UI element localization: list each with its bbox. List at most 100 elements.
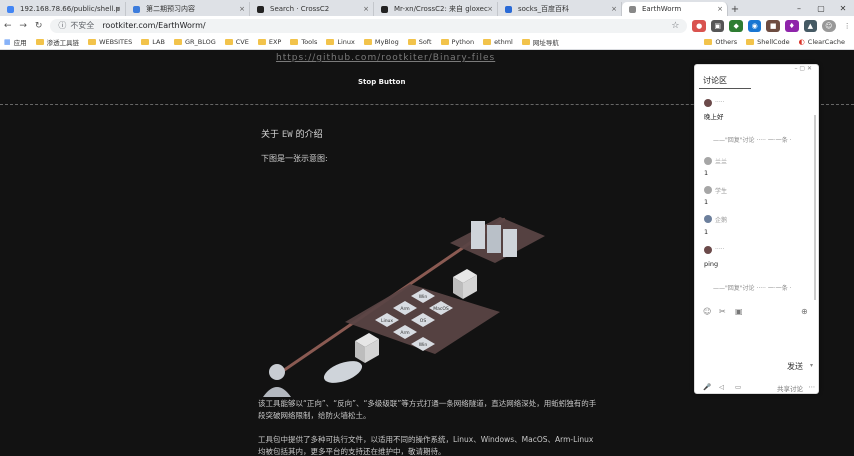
bookmark-folder[interactable]: Linux: [326, 38, 355, 46]
bookmark-folder[interactable]: EXP: [257, 38, 281, 46]
bookmark-folder[interactable]: Others: [704, 38, 737, 46]
profile-avatar[interactable]: ☺: [822, 19, 836, 32]
maximize-icon[interactable]: ▢: [810, 0, 832, 16]
folder-icon: [704, 39, 713, 45]
extension-icon[interactable]: ▣: [710, 19, 725, 32]
ew-code: EW: [281, 130, 293, 140]
close-window-icon[interactable]: ✕: [832, 0, 854, 16]
page-icon: [133, 6, 140, 13]
baidu-icon: [505, 6, 512, 13]
avatar: [704, 157, 712, 165]
extension-icon[interactable]: ◆: [729, 19, 743, 32]
bookmark-folder[interactable]: WEBSITES: [88, 38, 132, 46]
insecure-label: 不安全: [70, 21, 95, 30]
bookmarks-right: Others ShellCode ◐ ClearCache: [704, 38, 854, 46]
bookmark-folder[interactable]: Soft: [407, 38, 432, 46]
os-tile-label: Linux: [381, 318, 393, 324]
bookmark-clearcache[interactable]: ◐ ClearCache: [799, 38, 845, 46]
bookmark-folder[interactable]: ethml: [483, 38, 513, 46]
comment-user: ·····: [715, 246, 725, 253]
bookmark-folder[interactable]: MyBlog: [363, 38, 399, 46]
folder-icon: [88, 39, 97, 45]
send-button[interactable]: 发送: [787, 361, 803, 372]
comment-text: 1: [704, 228, 709, 236]
os-tile-label: Win: [419, 342, 428, 348]
avatar: [704, 186, 712, 194]
minimize-icon[interactable]: –: [788, 0, 810, 16]
back-icon[interactable]: ←: [0, 18, 15, 34]
bookmark-folder[interactable]: CVE: [224, 38, 249, 46]
chevron-down-icon[interactable]: ▾: [810, 362, 813, 369]
mic-icon[interactable]: 🎤: [703, 383, 711, 391]
tab-earthworm[interactable]: EarthWorm ×: [622, 2, 728, 16]
clear-cache-icon: ◐: [798, 38, 805, 46]
forward-icon[interactable]: →: [15, 18, 30, 34]
close-icon[interactable]: ×: [363, 5, 369, 13]
repo-link[interactable]: https://github.com/rootkiter/Binary-file…: [276, 53, 495, 63]
close-icon[interactable]: ×: [239, 5, 245, 13]
folder-icon: [173, 39, 182, 45]
share-discussion[interactable]: 共享讨论: [777, 383, 803, 393]
bookmark-folder[interactable]: 渗透工具链: [35, 37, 79, 47]
new-tab-button[interactable]: +: [728, 2, 742, 16]
github-icon: [257, 6, 264, 13]
comment-text: 1: [704, 169, 709, 177]
github-icon: [381, 6, 388, 13]
extension-icon[interactable]: ●: [692, 19, 706, 32]
extension-icon[interactable]: ♦: [785, 19, 799, 32]
tab-search[interactable]: Search · CrossC2 ×: [250, 2, 374, 16]
tab-title: EarthWorm: [642, 5, 682, 13]
tab-title: 192.168.78.66/public/shell.p: [20, 5, 120, 13]
extension-icon[interactable]: ▲: [803, 19, 818, 32]
stop-button[interactable]: Stop Button: [358, 78, 405, 86]
reply-line[interactable]: ——"回复"讨论 ····· 一·一条 ·: [713, 283, 792, 292]
folder-icon: [746, 39, 755, 45]
page-icon: [7, 6, 14, 13]
url-input[interactable]: ⓘ 不安全 rootkiter.com/EarthWorm/ ☆: [50, 18, 688, 33]
apps-icon: ▦: [4, 38, 11, 46]
tab-strip: 192.168.78.66/public/shell.p × 第二期预习内容 ×…: [0, 0, 854, 16]
bookmark-folder[interactable]: LAB: [141, 38, 165, 46]
tab-title: 第二期预习内容: [146, 5, 195, 13]
close-icon[interactable]: ×: [611, 5, 617, 13]
menu-icon[interactable]: ⋮: [841, 20, 854, 32]
comment-text: 晚上好: [704, 113, 724, 121]
bookmark-folder[interactable]: GR_BLOG: [173, 38, 216, 46]
add-icon[interactable]: ⊕: [801, 307, 808, 316]
bookmark-folder[interactable]: ShellCode: [746, 38, 790, 46]
comment-user: 兰兰: [715, 159, 728, 166]
os-tile-label: OS: [420, 318, 427, 324]
comment-text: ping: [704, 260, 719, 268]
os-tile-label: Arm: [400, 330, 409, 336]
tab-discussion[interactable]: 讨论区: [703, 75, 727, 86]
scissors-icon[interactable]: ✂: [719, 307, 726, 316]
section-heading: 关于 EW 的介绍: [261, 130, 323, 140]
chat-icon[interactable]: ▭: [735, 383, 741, 391]
window-controls: – ▢ ✕: [788, 0, 854, 16]
extension-icon[interactable]: ■: [766, 19, 780, 32]
sound-icon[interactable]: ◁: [719, 383, 724, 391]
panel-scrollbar[interactable]: [814, 115, 816, 300]
bookmark-folder[interactable]: Python: [440, 38, 474, 46]
discussion-panel: – ▢ ✕ 讨论区 ····· 晚上好 ——"回复"讨论 ····· 一·一条 …: [694, 64, 819, 394]
tab-preview[interactable]: 第二期预习内容 ×: [126, 2, 250, 16]
tab-shell[interactable]: 192.168.78.66/public/shell.p ×: [0, 2, 126, 16]
extension-icon[interactable]: ◉: [747, 19, 762, 32]
os-tile-label: Arm: [400, 306, 409, 312]
bookmark-apps[interactable]: ▦ 应用: [4, 37, 27, 47]
bookmark-folder[interactable]: Tools: [290, 38, 317, 46]
reload-icon[interactable]: ↻: [31, 18, 46, 34]
panel-controls[interactable]: – ▢ ✕: [794, 65, 812, 72]
bookmark-star-icon[interactable]: ☆: [671, 21, 679, 31]
firewall-icon: [355, 333, 379, 363]
more-icon[interactable]: ⋯: [809, 383, 816, 391]
tab-crossc2[interactable]: Mr-xn/CrossC2: 来自 gloxec ×: [374, 2, 498, 16]
bookmark-folder[interactable]: 网址导航: [521, 37, 559, 47]
emoji-icon[interactable]: ☺: [703, 307, 711, 316]
tab-socks[interactable]: socks_百度百科 ×: [498, 2, 622, 16]
close-icon[interactable]: ×: [115, 5, 121, 13]
close-icon[interactable]: ×: [717, 5, 723, 13]
image-icon[interactable]: ▣: [735, 307, 743, 316]
reply-line[interactable]: ——"回复"讨论 ····· 一·一条 ·: [713, 135, 792, 144]
close-icon[interactable]: ×: [487, 5, 493, 13]
